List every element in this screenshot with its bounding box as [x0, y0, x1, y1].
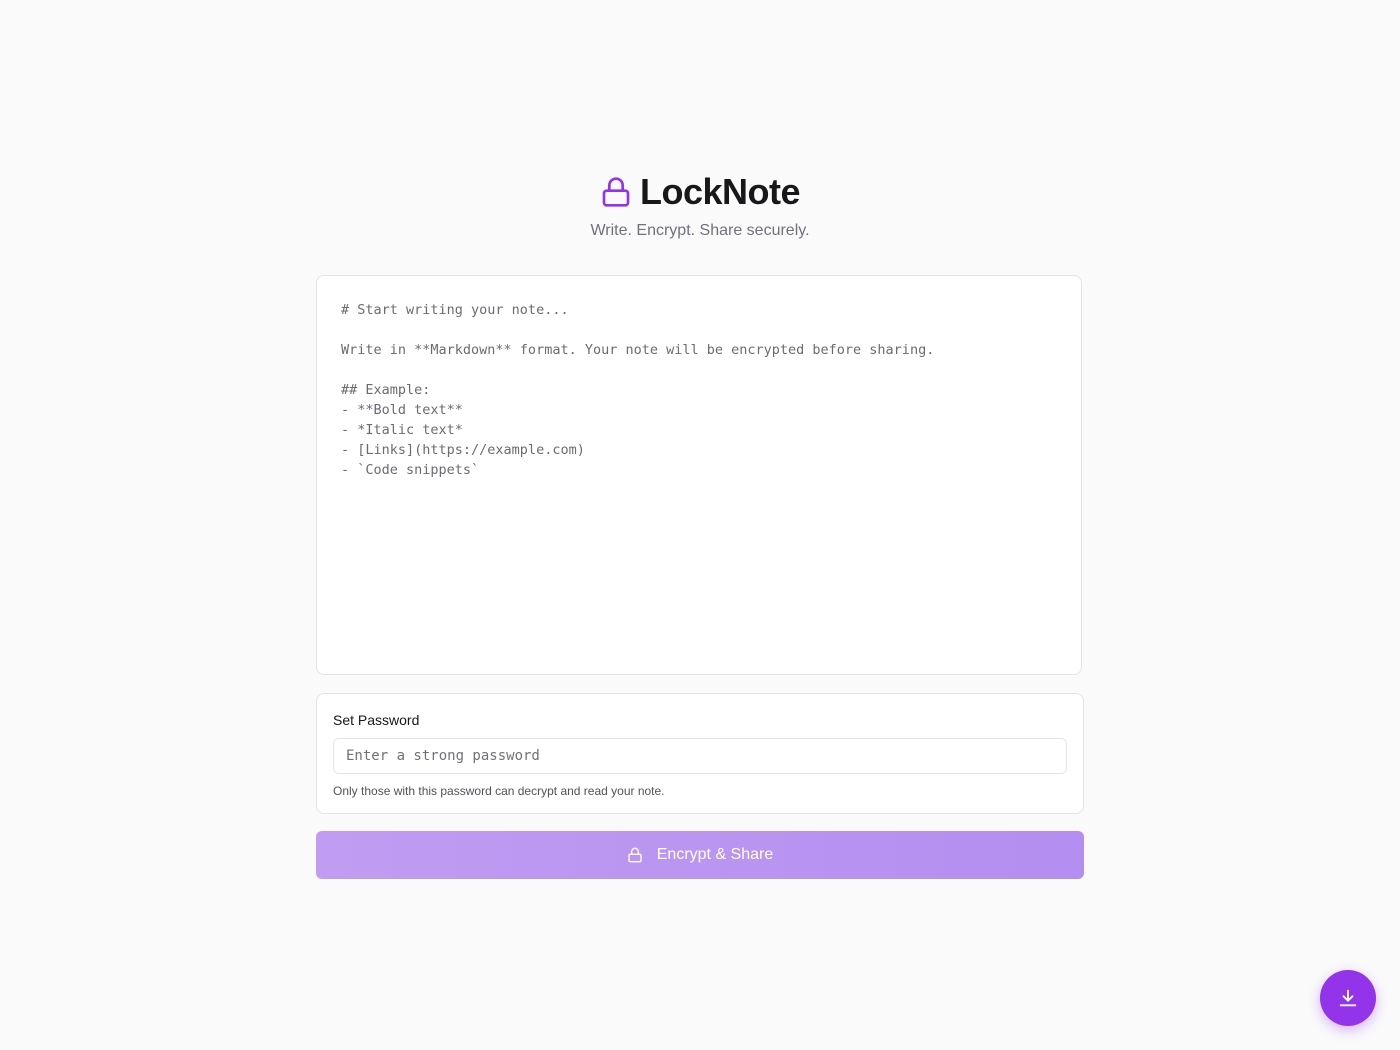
password-input[interactable]: [333, 738, 1067, 774]
password-help-text: Only those with this password can decryp…: [333, 784, 665, 798]
lock-icon: [600, 176, 632, 208]
app-header: LockNote Write. Encrypt. Share securely.: [0, 170, 1400, 242]
encrypt-share-button[interactable]: Encrypt & Share: [316, 831, 1084, 879]
app-title: LockNote: [639, 171, 801, 212]
download-button[interactable]: [1320, 970, 1376, 1026]
encrypt-share-label: Encrypt & Share: [656, 846, 774, 863]
locknote-page: LockNote Write. Encrypt. Share securely.…: [0, 0, 1400, 1050]
download-icon: [1337, 987, 1359, 1009]
note-editor[interactable]: [317, 276, 1081, 674]
password-label: Set Password: [333, 712, 420, 728]
app-subtitle: Write. Encrypt. Share securely.: [590, 222, 810, 239]
note-editor-card: [316, 275, 1082, 675]
lock-icon: [627, 847, 643, 863]
title-row: LockNote: [0, 170, 1400, 214]
password-card: Set Password Only those with this passwo…: [316, 693, 1084, 814]
